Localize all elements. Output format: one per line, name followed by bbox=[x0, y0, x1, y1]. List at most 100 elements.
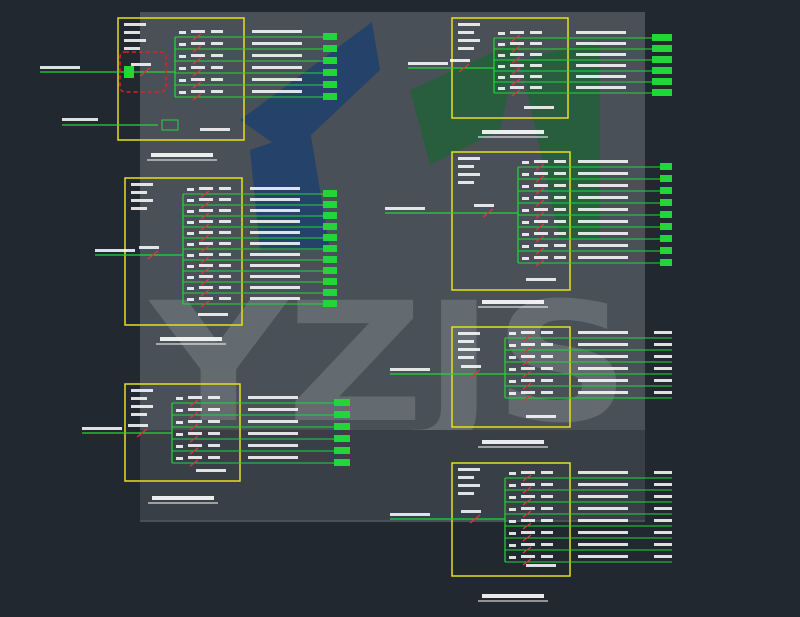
circuit-phase-label bbox=[522, 173, 529, 176]
circuit-cable-spec bbox=[252, 42, 302, 45]
circuit-phase-label bbox=[176, 397, 183, 400]
circuit-number bbox=[530, 42, 542, 45]
circuit-cable-spec bbox=[578, 160, 628, 163]
panel-footer-text bbox=[524, 106, 554, 109]
circuit-cable-spec bbox=[578, 495, 628, 498]
circuit-cable-spec bbox=[578, 343, 628, 346]
circuit-phase-label bbox=[179, 55, 186, 58]
circuit-number bbox=[219, 253, 231, 256]
circuit-phase-label bbox=[498, 76, 505, 79]
circuit-phase-label bbox=[187, 298, 194, 301]
circuit-number bbox=[541, 507, 553, 510]
circuit-breaker-label bbox=[199, 264, 213, 267]
panel-header-text bbox=[124, 47, 140, 50]
panel-caption bbox=[482, 594, 544, 598]
main-breaker-label bbox=[474, 204, 494, 207]
circuit-number bbox=[554, 232, 566, 235]
panel-header-text bbox=[458, 332, 480, 335]
circuit-cable-spec bbox=[250, 275, 300, 278]
circuit-cable-spec bbox=[578, 507, 628, 510]
circuit-phase-label bbox=[179, 31, 186, 34]
circuit-breaker-label bbox=[191, 78, 205, 81]
circuit-cable-spec bbox=[578, 256, 628, 259]
circuit-end-tag bbox=[323, 201, 337, 208]
circuit-number bbox=[208, 408, 220, 411]
circuit-number bbox=[530, 31, 542, 34]
circuit-breaker-label bbox=[199, 209, 213, 212]
circuit-cable-spec bbox=[578, 220, 628, 223]
circuit-phase-label bbox=[509, 556, 516, 559]
panel-caption bbox=[482, 440, 544, 444]
circuit-number bbox=[541, 343, 553, 346]
circuit-phase-label bbox=[522, 197, 529, 200]
circuit-number bbox=[219, 187, 231, 190]
circuit-load-label bbox=[654, 543, 672, 546]
panel-header-text bbox=[131, 207, 147, 210]
circuit-phase-label bbox=[509, 392, 516, 395]
panel-header-text bbox=[458, 476, 474, 479]
circuit-cable-spec bbox=[576, 64, 626, 67]
panel-header-text bbox=[131, 405, 153, 408]
circuit-end-tag bbox=[323, 289, 337, 296]
circuit-cable-spec bbox=[578, 519, 628, 522]
meter-symbol bbox=[124, 66, 134, 78]
circuit-number bbox=[554, 160, 566, 163]
circuit-breaker-label bbox=[199, 220, 213, 223]
circuit-cable-spec bbox=[250, 220, 300, 223]
circuit-load-label bbox=[654, 471, 672, 474]
panel-header-text bbox=[458, 23, 480, 26]
circuit-number bbox=[530, 75, 542, 78]
circuit-phase-label bbox=[509, 496, 516, 499]
circuit-cable-spec bbox=[578, 543, 628, 546]
circuit-number bbox=[530, 86, 542, 89]
circuit-phase-label bbox=[176, 421, 183, 424]
circuit-number bbox=[541, 543, 553, 546]
circuit-phase-label bbox=[179, 91, 186, 94]
circuit-phase-label bbox=[522, 161, 529, 164]
circuit-number bbox=[211, 66, 223, 69]
main-breaker-label bbox=[461, 510, 481, 513]
circuit-end-tag bbox=[652, 78, 672, 85]
circuit-number bbox=[211, 90, 223, 93]
circuit-phase-label bbox=[176, 457, 183, 460]
circuit-breaker-label bbox=[521, 507, 535, 510]
circuit-breaker-label bbox=[534, 232, 548, 235]
circuit-load-label bbox=[654, 495, 672, 498]
circuit-end-tag bbox=[323, 223, 337, 230]
circuit-phase-label bbox=[187, 254, 194, 257]
circuit-number bbox=[541, 367, 553, 370]
circuit-breaker-label bbox=[188, 432, 202, 435]
circuit-number bbox=[211, 42, 223, 45]
circuit-cable-spec bbox=[578, 531, 628, 534]
circuit-number bbox=[554, 256, 566, 259]
circuit-number bbox=[211, 54, 223, 57]
circuit-phase-label bbox=[509, 380, 516, 383]
circuit-breaker-label bbox=[521, 355, 535, 358]
circuit-number bbox=[541, 471, 553, 474]
circuit-breaker-label bbox=[199, 187, 213, 190]
circuit-phase-label bbox=[509, 344, 516, 347]
circuit-cable-spec bbox=[252, 66, 302, 69]
circuit-cable-spec bbox=[578, 232, 628, 235]
circuit-end-tag bbox=[660, 235, 672, 242]
panel-header-text bbox=[458, 356, 474, 359]
main-breaker-label bbox=[139, 246, 159, 249]
circuit-number bbox=[541, 355, 553, 358]
circuit-load-label bbox=[654, 391, 672, 394]
circuit-breaker-label bbox=[199, 231, 213, 234]
circuit-breaker-label bbox=[534, 160, 548, 163]
main-breaker-label bbox=[131, 63, 151, 66]
incoming-feed-label bbox=[390, 513, 430, 516]
main-breaker-label bbox=[128, 424, 148, 427]
circuit-breaker-label bbox=[521, 483, 535, 486]
circuit-breaker-label bbox=[521, 543, 535, 546]
circuit-cable-spec bbox=[578, 471, 628, 474]
circuit-phase-label bbox=[187, 276, 194, 279]
circuit-number bbox=[219, 275, 231, 278]
circuit-number bbox=[219, 286, 231, 289]
circuit-load-label bbox=[654, 531, 672, 534]
circuit-cable-spec bbox=[578, 196, 628, 199]
circuit-breaker-label bbox=[521, 343, 535, 346]
panel-header-text bbox=[131, 397, 147, 400]
circuit-number bbox=[541, 379, 553, 382]
